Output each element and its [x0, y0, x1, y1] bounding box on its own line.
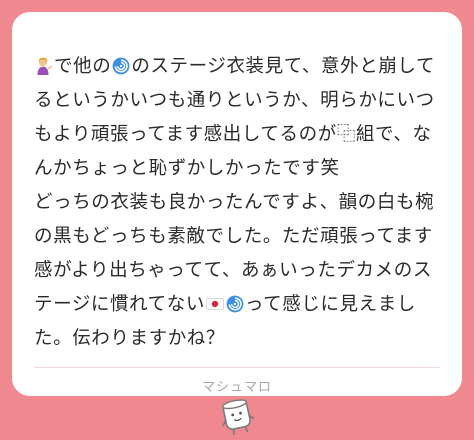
message-line: テージに慣れてない って感じに見えまし	[34, 288, 444, 322]
message-text: テージに慣れてない	[34, 294, 205, 315]
message-line: どっちの衣装も良かったんですよ、韻の白も椀	[34, 192, 435, 213]
brand-label: マシュマロ	[201, 380, 272, 395]
message-line: の黒もどっちも素敵でした。ただ頑張ってます	[34, 226, 433, 247]
message-line: た。伝わりますかね？	[34, 328, 226, 349]
cyclone-icon	[226, 291, 244, 313]
cyclone-icon	[112, 53, 130, 75]
message-line: もより頑張ってます感出してるのが⿻組で、な	[34, 124, 432, 145]
message-card: で他の のステージ衣装見て、意外と崩して るというかいつも通りというか、明らかに…	[12, 12, 462, 396]
footer-divider	[34, 367, 440, 368]
person-tipping-hand-icon	[35, 53, 53, 75]
message-line: んかちょっと恥ずかしかったです笑	[34, 158, 340, 179]
message-body: で他の のステージ衣装見て、意外と崩して るというかいつも通りというか、明らかに…	[34, 50, 444, 356]
japan-flag-icon	[205, 291, 224, 310]
message-text: のステージ衣装見て、意外と崩して	[131, 56, 436, 77]
marshmallow-mascot-icon	[220, 396, 255, 436]
message-text: って感じに見えまし	[244, 294, 416, 315]
message-line: で他の のステージ衣装見て、意外と崩して	[34, 50, 444, 84]
message-line: るというかいつも通りというか、明らかにいつ	[34, 90, 435, 111]
message-text: で他の	[54, 56, 112, 77]
message-line: 感がより出ちゃってて、あぁいったデカメのス	[34, 260, 432, 281]
